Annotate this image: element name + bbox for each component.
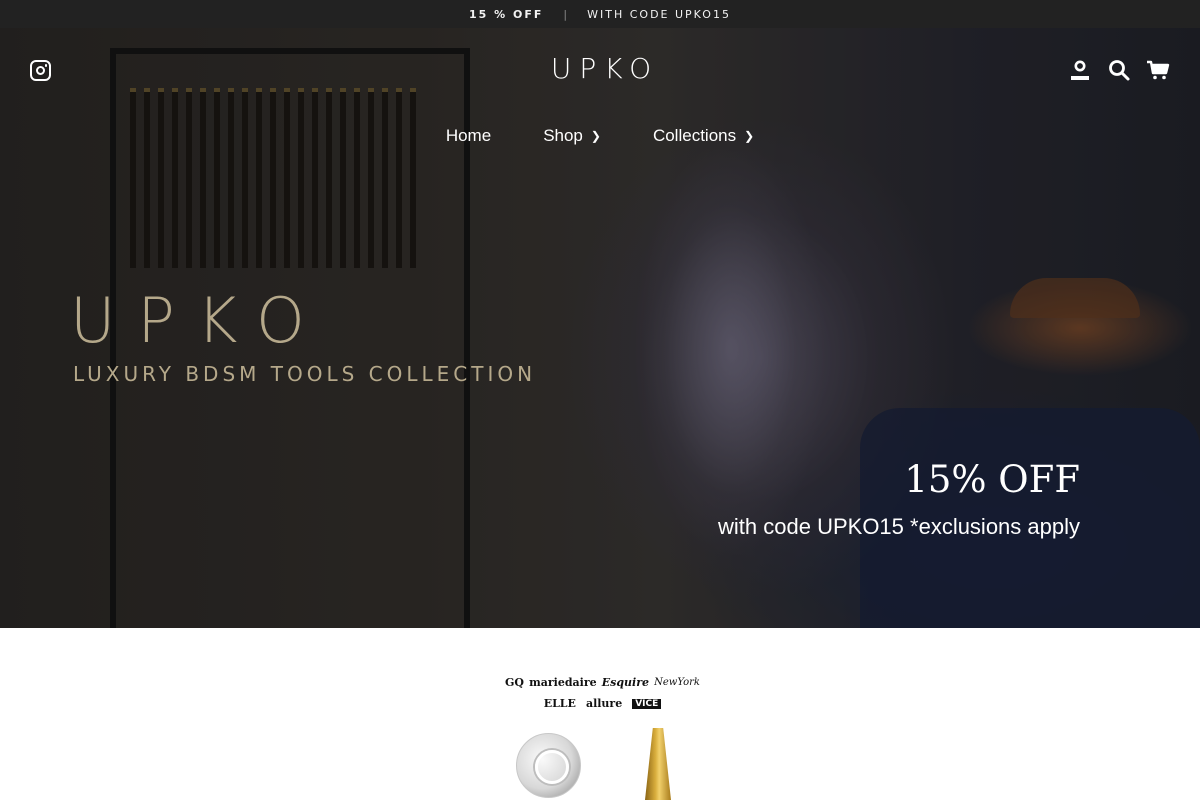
press-logo-elle: ELLE	[543, 697, 576, 710]
cart-icon[interactable]	[1146, 58, 1170, 82]
press-logos-row: GQ mariedaire Esquire NewYork	[505, 676, 700, 689]
press-section: GQ mariedaire Esquire NewYork ELLE allur…	[0, 628, 1200, 800]
site-header: UPKO	[0, 28, 1200, 112]
hero-brand-subtitle: LUXURY BDSM TOOLS COLLECTION	[73, 362, 537, 386]
instagram-icon[interactable]	[30, 60, 51, 81]
hero-subline: with code UPKO15 *exclusions apply	[718, 514, 1080, 539]
chevron-right-icon: ❯	[744, 129, 755, 143]
nav-item-label: Home	[445, 126, 492, 145]
hero-brand-title: UPKO	[70, 284, 327, 357]
hero-promo: 15% OFF with code UPKO15 *exclusions app…	[718, 456, 1080, 540]
press-logo-marie-claire: mariedaire	[529, 676, 597, 689]
nav-item-label: Collections	[652, 126, 737, 145]
award-medal-icon	[516, 733, 581, 798]
announcement-discount: 15 % OFF	[469, 7, 544, 21]
site-logo[interactable]: UPKO	[545, 52, 665, 85]
announcement-bar: 15 % OFF | WITH CODE UPKO15	[0, 0, 1200, 28]
announcement-code-text: WITH CODE UPKO15	[587, 7, 731, 21]
announcement-separator: |	[563, 7, 568, 21]
hero-banner[interactable]: UPKO LUXURY BDSM TOOLS COLLECTION 15% OF…	[0, 28, 1200, 628]
press-logo-vice: VICE	[632, 698, 662, 709]
account-icon[interactable]	[1068, 58, 1092, 82]
nav-item-home[interactable]: Home	[446, 126, 491, 146]
search-icon[interactable]	[1107, 58, 1131, 82]
press-logos-row: ELLE allure VICE	[505, 697, 700, 710]
press-logo-gq: GQ	[505, 676, 524, 689]
award-trophy-icon	[645, 728, 671, 800]
press-logo-allure: allure	[585, 697, 623, 710]
nav-item-shop[interactable]: Shop ❯	[543, 126, 601, 146]
chevron-right-icon: ❯	[590, 129, 601, 143]
hero-headline: 15% OFF	[904, 458, 1080, 501]
nav-item-collections[interactable]: Collections ❯	[653, 126, 754, 146]
press-logo-esquire: Esquire	[601, 676, 650, 689]
hero-brand-art: UPKO LUXURY BDSM TOOLS COLLECTION	[70, 284, 537, 387]
press-logo-new-york: NewYork	[654, 677, 700, 688]
press-logos: GQ mariedaire Esquire NewYork ELLE allur…	[505, 676, 700, 710]
main-nav: Home Shop ❯ Collections ❯	[0, 126, 1200, 146]
nav-item-label: Shop	[543, 126, 583, 145]
